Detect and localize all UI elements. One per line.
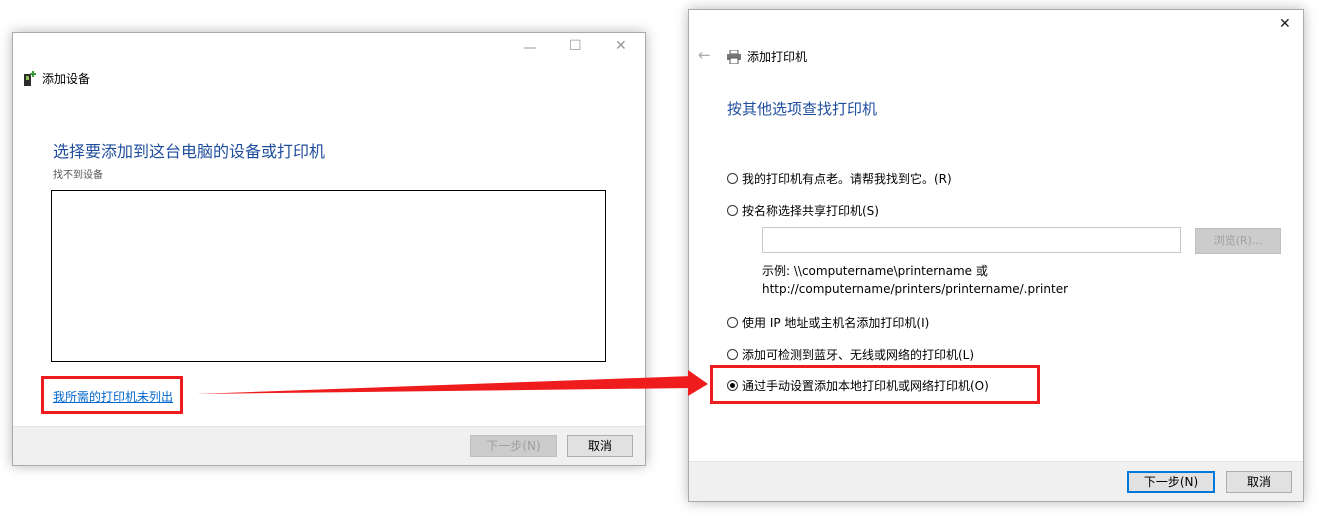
annotation-arrow xyxy=(196,370,708,396)
